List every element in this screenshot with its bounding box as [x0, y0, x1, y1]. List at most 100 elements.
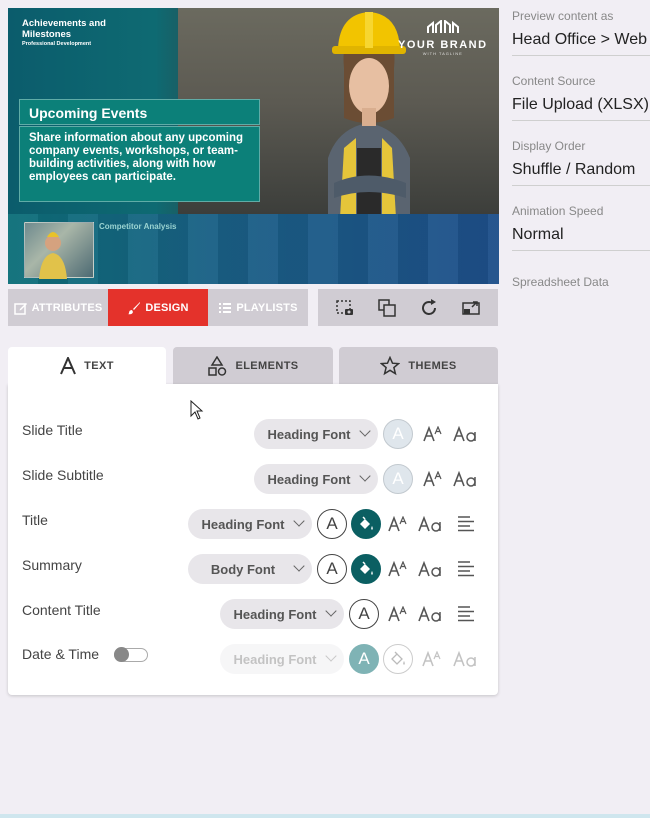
layers-button[interactable] — [376, 297, 398, 319]
content-source-field[interactable]: Content Source File Upload (XLSX) — [512, 74, 650, 121]
screenshot-button[interactable] — [334, 297, 356, 319]
spreadsheet-data-label: Spreadsheet Data — [512, 275, 609, 289]
content-source-value[interactable]: File Upload (XLSX) — [512, 96, 650, 114]
spreadsheet-data-field: Spreadsheet Data — [512, 275, 650, 289]
preview-as-label: Preview content as — [512, 9, 614, 23]
text-case-icon — [418, 561, 441, 577]
content-title-size-button[interactable] — [387, 599, 409, 629]
divider — [512, 250, 650, 251]
date-time-case-button[interactable] — [452, 644, 480, 674]
summary-font-value: Body Font — [210, 561, 276, 577]
row-title: Title Heading Font A — [8, 509, 498, 552]
content-thumbnail-label: Competitor Analysis — [99, 222, 177, 231]
playlists-button[interactable]: PLAYLISTS — [208, 289, 308, 326]
font-size-icon — [388, 561, 407, 577]
slide-title-color-button[interactable]: A — [383, 419, 413, 449]
summary-align-button[interactable] — [455, 554, 477, 584]
brush-icon — [128, 301, 141, 314]
align-left-icon — [458, 606, 474, 622]
brand-tagline: WITH TAGLINE — [422, 51, 463, 56]
animation-speed-field[interactable]: Animation Speed Normal — [512, 204, 650, 251]
content-title-color-button[interactable]: A — [349, 599, 379, 629]
divider — [512, 55, 650, 56]
list-icon — [219, 302, 232, 313]
paint-bucket-icon — [391, 651, 405, 665]
chevron-down-icon — [293, 515, 305, 527]
row-summary: Summary Body Font A — [8, 554, 498, 597]
font-color-icon: A — [358, 604, 370, 623]
slide-subtitle-font-select[interactable]: Heading Font — [254, 464, 378, 494]
title-color-button[interactable]: A — [317, 509, 347, 539]
font-size-icon — [422, 651, 441, 667]
summary-fill-button[interactable] — [351, 554, 381, 584]
summary-case-button[interactable] — [417, 554, 445, 584]
display-order-value[interactable]: Shuffle / Random — [512, 161, 650, 179]
slide-subtitle-font-value: Heading Font — [267, 471, 351, 487]
font-size-icon — [388, 516, 407, 532]
animation-speed-value[interactable]: Normal — [512, 226, 650, 244]
date-time-font-select[interactable]: Heading Font — [220, 644, 344, 674]
date-time-font-value: Heading Font — [233, 651, 317, 667]
preview-as-value[interactable]: Head Office > Web — [512, 31, 650, 49]
popout-button[interactable] — [460, 297, 482, 319]
display-order-field[interactable]: Display Order Shuffle / Random — [512, 139, 650, 186]
bottom-border — [0, 814, 650, 818]
date-time-toggle[interactable] — [114, 647, 148, 662]
event-title-box: Upcoming Events — [19, 99, 260, 125]
shapes-icon — [208, 356, 227, 376]
summary-label: Summary — [22, 557, 82, 573]
date-time-fill-button[interactable] — [383, 644, 413, 674]
title-align-button[interactable] — [455, 509, 477, 539]
paint-bucket-icon — [360, 561, 373, 575]
design-label: DESIGN — [145, 301, 189, 314]
date-time-color-button[interactable]: A — [349, 644, 379, 674]
font-color-icon: A — [326, 559, 338, 578]
event-body-box: Share information about any upcoming com… — [19, 126, 260, 202]
font-size-icon — [423, 426, 442, 442]
tab-elements[interactable]: ELEMENTS — [173, 347, 333, 385]
title-case-button[interactable] — [417, 509, 445, 539]
title-fill-button[interactable] — [351, 509, 381, 539]
summary-size-button[interactable] — [387, 554, 409, 584]
slide-subtitle-color-button[interactable]: A — [383, 464, 413, 494]
preview-as-field[interactable]: Preview content as Head Office > Web — [512, 9, 650, 56]
edit-icon — [13, 302, 27, 315]
font-color-icon: A — [392, 424, 404, 443]
slide-preview: Achievements and Milestones Professional… — [8, 8, 499, 284]
crop-camera-icon — [336, 299, 353, 315]
content-title-align-button[interactable] — [455, 599, 477, 629]
preview-header-subtitle: Professional Development — [22, 41, 92, 47]
text-settings-panel: Slide Title Heading Font A Slide Subtitl… — [8, 384, 498, 695]
slide-subtitle-size-button[interactable] — [422, 464, 444, 494]
star-icon — [380, 356, 401, 376]
title-font-value: Heading Font — [201, 516, 285, 532]
preview-tools — [318, 289, 498, 326]
animation-speed-label: Animation Speed — [512, 204, 604, 218]
attributes-button[interactable]: ATTRIBUTES — [8, 289, 108, 326]
font-size-icon — [423, 471, 442, 487]
design-button[interactable]: DESIGN — [108, 289, 208, 326]
attributes-label: ATTRIBUTES — [31, 301, 103, 314]
font-color-icon: A — [326, 514, 338, 533]
slide-title-font-select[interactable]: Heading Font — [254, 419, 378, 449]
refresh-icon — [422, 298, 436, 315]
tab-themes[interactable]: THEMES — [339, 347, 498, 385]
content-title-case-button[interactable] — [417, 599, 445, 629]
title-font-select[interactable]: Heading Font — [188, 509, 312, 539]
date-time-label: Date & Time — [22, 646, 100, 662]
text-case-icon — [453, 651, 476, 667]
slide-title-case-button[interactable] — [452, 419, 480, 449]
refresh-button[interactable] — [418, 297, 440, 319]
date-time-size-button[interactable] — [421, 644, 443, 674]
layers-icon — [378, 298, 396, 317]
summary-color-button[interactable]: A — [317, 554, 347, 584]
summary-font-select[interactable]: Body Font — [188, 554, 312, 584]
slide-subtitle-case-button[interactable] — [452, 464, 480, 494]
slide-title-size-button[interactable] — [422, 419, 444, 449]
tab-text[interactable]: TEXT — [8, 347, 166, 385]
title-size-button[interactable] — [387, 509, 409, 539]
tab-themes-label: THEMES — [408, 360, 457, 372]
text-case-icon — [453, 471, 476, 487]
content-thumbnail — [24, 222, 94, 279]
content-title-font-select[interactable]: Heading Font — [220, 599, 344, 629]
